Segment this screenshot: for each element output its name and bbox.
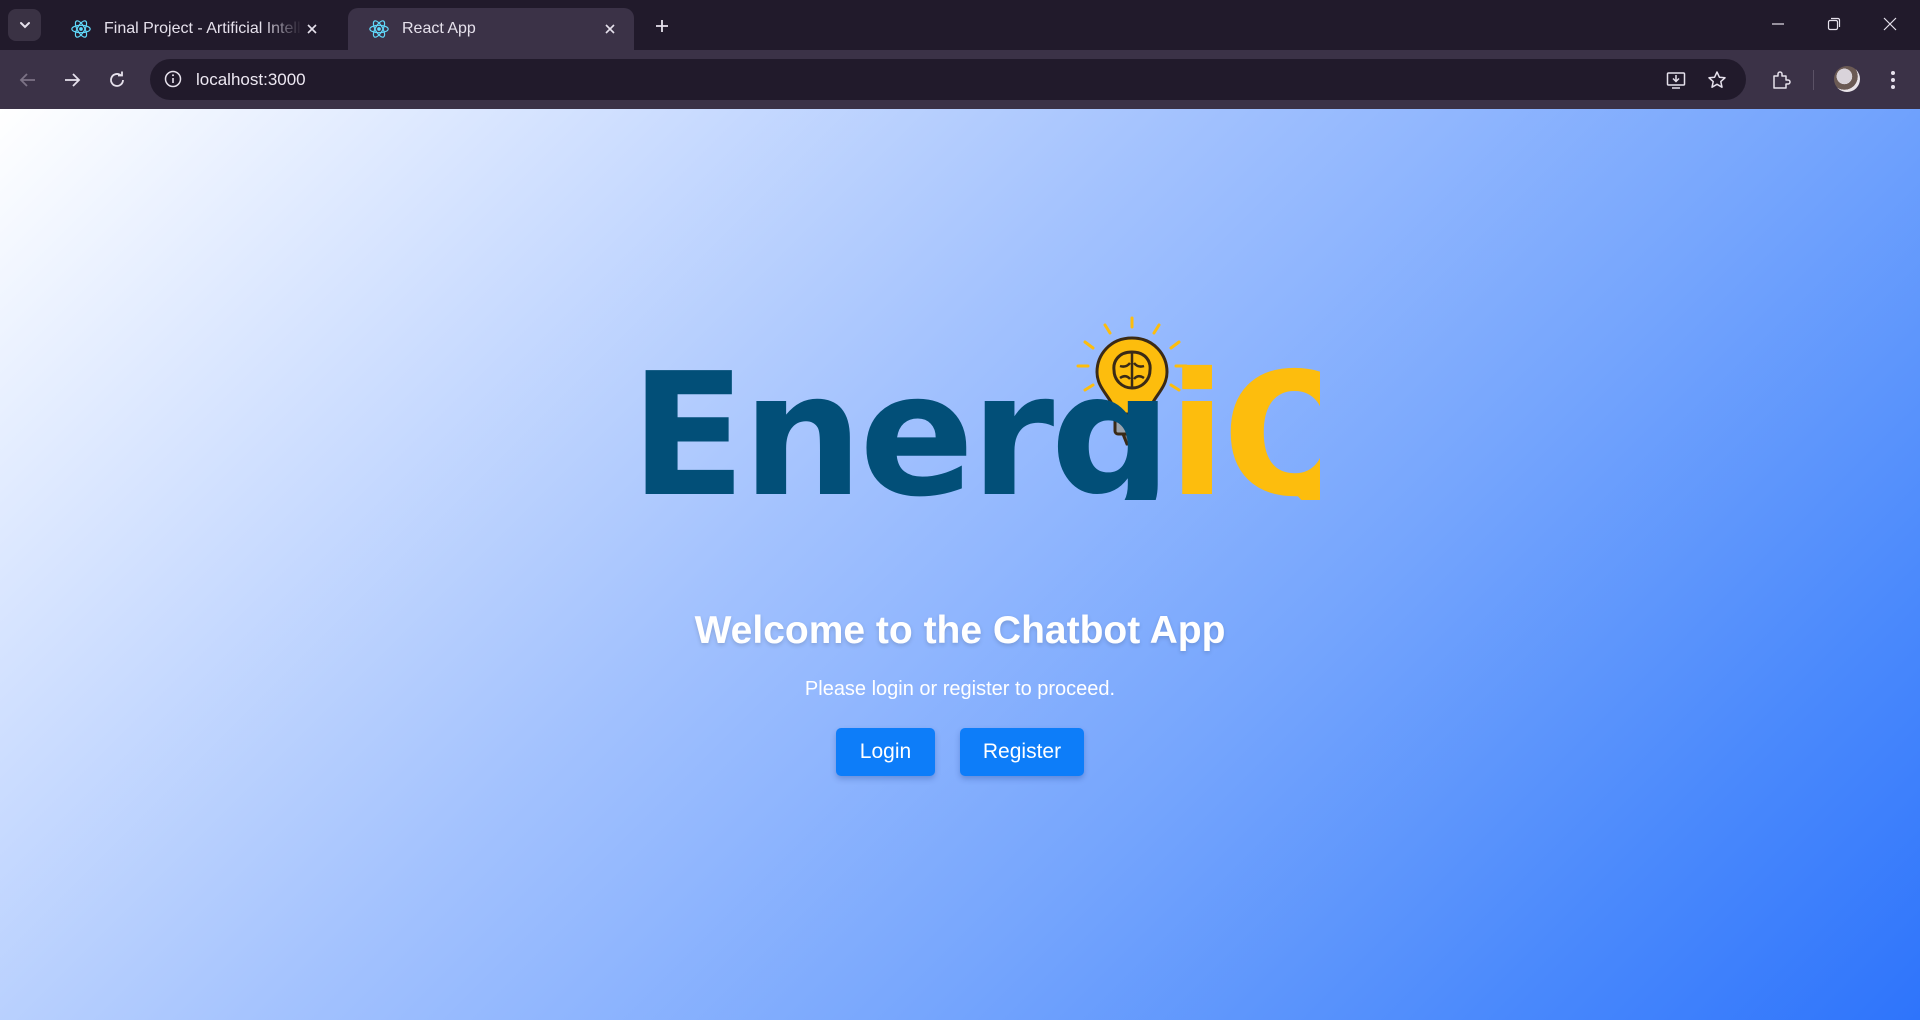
tab-title: React App xyxy=(402,20,476,37)
tab-react-app[interactable]: React App xyxy=(348,8,634,50)
back-button[interactable] xyxy=(12,64,44,96)
bookmark-button[interactable] xyxy=(1705,68,1729,92)
svg-text:EnergiQ: EnergiQ xyxy=(630,337,1320,500)
site-info-button[interactable] xyxy=(162,68,184,90)
new-tab-button[interactable] xyxy=(650,14,674,38)
toolbar-separator xyxy=(1813,70,1814,90)
tab-search-button[interactable] xyxy=(8,9,41,41)
profile-avatar[interactable] xyxy=(1834,66,1860,92)
window-close-button[interactable] xyxy=(1862,0,1918,48)
page-title: Welcome to the Chatbot App xyxy=(694,609,1226,652)
tab-title: Final Project - Artificial Intelligence xyxy=(104,20,302,37)
tab-strip: Final Project - Artificial Intelligence … xyxy=(0,0,1920,50)
address-bar[interactable]: localhost:3000 xyxy=(150,59,1746,100)
new-tab-icon xyxy=(656,20,668,32)
register-button[interactable]: Register xyxy=(960,728,1084,776)
forward-icon xyxy=(65,73,81,87)
close-icon xyxy=(307,24,317,34)
install-app-button[interactable] xyxy=(1664,68,1688,92)
bookmark-star-icon xyxy=(1708,71,1726,88)
extensions-icon xyxy=(1773,71,1791,89)
tab-close-button[interactable] xyxy=(302,19,322,39)
restore-icon xyxy=(1827,17,1841,31)
energiq-logo: EnergiQ xyxy=(630,316,1320,500)
logo-text-dark: Energ xyxy=(630,337,1168,500)
restore-button[interactable] xyxy=(1806,0,1862,48)
install-app-icon xyxy=(1666,72,1686,89)
window-close-icon xyxy=(1883,17,1897,31)
extensions-button[interactable] xyxy=(1765,64,1797,96)
react-favicon-icon xyxy=(71,20,91,38)
info-icon xyxy=(164,70,182,88)
back-icon xyxy=(19,73,35,87)
reload-button[interactable] xyxy=(101,64,133,96)
tab-close-button[interactable] xyxy=(600,19,620,39)
forward-button[interactable] xyxy=(56,64,88,96)
minimize-button[interactable] xyxy=(1750,0,1806,48)
reload-icon xyxy=(110,71,124,87)
react-favicon-icon xyxy=(369,20,389,38)
tab-final-project[interactable]: Final Project - Artificial Intelligence xyxy=(50,8,336,50)
close-icon xyxy=(605,24,615,34)
url-text: localhost:3000 xyxy=(196,70,306,89)
browser-toolbar: localhost:3000 xyxy=(0,50,1920,109)
menu-button[interactable] xyxy=(1877,64,1909,96)
page-subtitle: Please login or register to proceed. xyxy=(804,678,1116,700)
login-button[interactable]: Login xyxy=(836,728,935,776)
menu-icon xyxy=(1891,71,1895,89)
tab-search-icon xyxy=(19,22,30,29)
logo-text-accent: iQ xyxy=(1168,337,1320,500)
minimize-icon xyxy=(1772,23,1784,25)
